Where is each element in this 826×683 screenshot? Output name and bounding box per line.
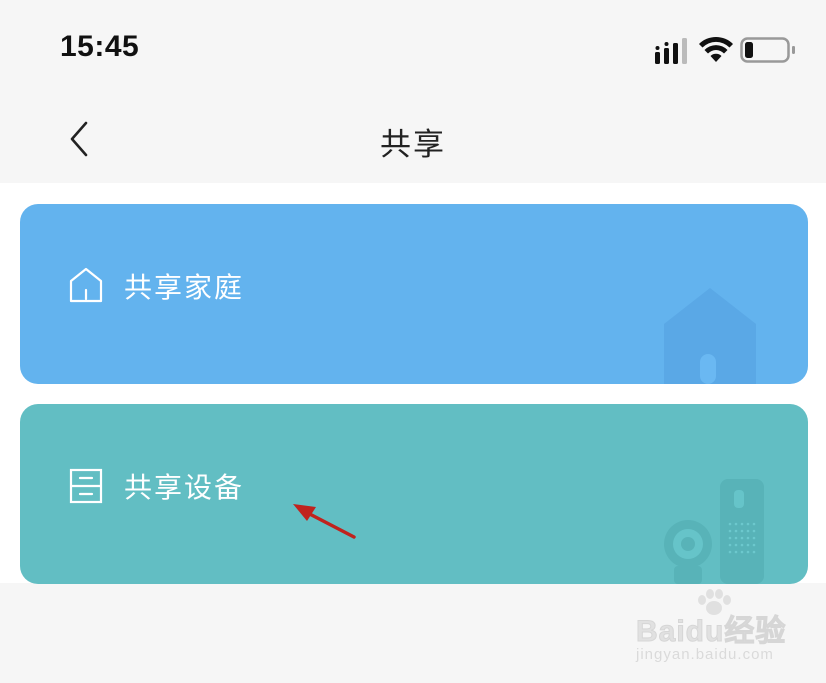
cellular-signal-icon <box>655 38 687 64</box>
annotation-arrow-icon <box>293 504 356 539</box>
share-home-label: 共享家庭 <box>124 271 245 304</box>
devices-illustration-icon <box>664 479 764 584</box>
share-home-card[interactable]: 共享家庭 <box>20 204 808 384</box>
watermark-text: Baidu经验 <box>635 615 787 649</box>
house-illustration-icon <box>664 288 756 384</box>
content-area: 共享家庭 共享设备 <box>0 183 826 584</box>
watermark-url: jingyan.baidu.com <box>636 646 774 663</box>
baidu-watermark: Baidu经验 jingyan.baidu.com <box>630 588 790 668</box>
share-device-card[interactable]: 共享设备 <box>20 404 808 584</box>
wifi-icon <box>699 36 733 62</box>
page-title: 共享 <box>380 127 446 163</box>
share-device-label: 共享设备 <box>124 471 245 504</box>
status-time: 15:45 <box>60 30 140 63</box>
device-outline-icon <box>69 468 103 504</box>
nav-bar: 共享 <box>0 95 826 183</box>
house-outline-icon <box>69 267 103 303</box>
battery-icon <box>740 37 795 63</box>
status-bar: 15:45 <box>0 0 826 95</box>
